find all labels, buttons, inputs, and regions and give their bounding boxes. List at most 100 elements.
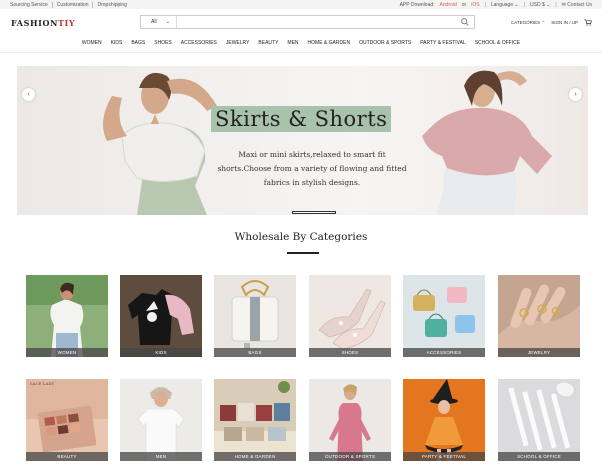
nav-item-home-garden[interactable]: HOME & GARDEN <box>308 38 351 48</box>
currency-label: USD $ <box>530 1 545 8</box>
logo-main: FASHION <box>11 18 58 28</box>
ios-link[interactable]: iOS <box>471 2 479 8</box>
category-tile-school-office[interactable]: SCHOOL & OFFICE <box>498 379 580 461</box>
customization-link[interactable]: Customization <box>53 1 94 8</box>
category-image-outdoor-sports <box>309 379 391 461</box>
nav-item-bags[interactable]: BAGS <box>131 38 145 48</box>
category-label: KIDS <box>120 348 202 357</box>
logo-accent: TIY <box>57 18 76 28</box>
sourcing-service-link[interactable]: Sourcing Service <box>10 1 53 8</box>
category-label: HOME & GARDEN <box>214 452 296 461</box>
language-selector[interactable]: Language ⌄ <box>491 2 519 8</box>
chevron-up-icon: ⌃ <box>541 19 546 25</box>
search-icon[interactable] <box>460 17 470 27</box>
category-label: WOMEN <box>26 348 108 357</box>
category-label: OUTDOOR & SPORTS <box>309 452 391 461</box>
category-image-men <box>120 379 202 461</box>
category-image-jewelry <box>498 275 580 357</box>
category-image-home-garden <box>214 379 296 461</box>
nav-item-party-festival[interactable]: PARTY & FESTIVAL <box>420 38 465 48</box>
category-image-shoes <box>309 275 391 357</box>
category-tile-party-festival[interactable]: PARTY & FESTIVAL <box>403 379 485 461</box>
chevron-left-icon: ‹ <box>27 91 30 98</box>
category-image-kids <box>120 275 202 357</box>
banner-description: Maxi or mini skirts,relaxed to smart fit… <box>217 150 407 187</box>
categories-menu[interactable]: CATEGORIES ⌃ <box>511 20 545 26</box>
banner-indicator[interactable] <box>292 211 336 214</box>
top-left-links: Sourcing Service Customization Dropshipp… <box>10 1 131 8</box>
category-tile-jewelry[interactable]: JEWELRY <box>498 275 580 357</box>
nav-item-jewelry[interactable]: JEWELRY <box>226 38 250 48</box>
mail-icon: ✉ <box>561 1 566 8</box>
category-tile-beauty[interactable]: SACE LADY BEAUTY <box>26 379 108 461</box>
top-utility-bar: Sourcing Service Customization Dropshipp… <box>0 0 602 9</box>
hero-banner[interactable]: Skirts & Shorts Maxi or mini skirts,rela… <box>17 66 588 215</box>
category-tile-bags[interactable]: BAGS <box>214 275 296 357</box>
sign-in-link[interactable]: SIGN IN / UP <box>551 20 578 25</box>
category-tile-men[interactable]: MEN <box>120 379 202 461</box>
category-image-women <box>26 275 108 357</box>
category-tile-kids[interactable]: KIDS <box>120 275 202 357</box>
nav-item-women[interactable]: WOMEN <box>82 38 102 48</box>
section-underline <box>287 252 319 254</box>
category-label: PARTY & FESTIVAL <box>403 452 485 461</box>
divider: | <box>484 1 486 8</box>
category-tile-accessories[interactable]: ACCESSORIES <box>403 275 485 357</box>
android-link[interactable]: Android <box>440 2 457 8</box>
divider: | <box>523 1 526 8</box>
category-tile-outdoor-sports[interactable]: OUTDOOR & SPORTS <box>309 379 391 461</box>
category-tile-women[interactable]: WOMEN <box>26 275 108 357</box>
section-title: Wholesale By Categories <box>234 231 368 243</box>
category-label: BEAUTY <box>26 452 108 461</box>
top-right-links: APP Download: Android or iOS | Language … <box>400 2 592 8</box>
chevron-down-icon: ⌄ <box>546 1 551 8</box>
banner-title: Skirts & Shorts <box>211 106 392 132</box>
nav-item-kids[interactable]: KIDS <box>111 38 123 48</box>
nav-item-outdoor-sports[interactable]: OUTDOOR & SPORTS <box>359 38 411 48</box>
banner-model-left <box>103 72 217 215</box>
chevron-down-icon: ⌄ <box>165 19 170 25</box>
chevron-right-icon: › <box>574 91 577 98</box>
language-label: Language <box>490 1 514 8</box>
category-label: SCHOOL & OFFICE <box>498 452 580 461</box>
app-download-label: APP Download: <box>399 1 435 8</box>
category-label: BAGS <box>214 348 296 357</box>
chevron-down-icon: ⌄ <box>514 1 519 8</box>
currency-selector[interactable]: USD $ ⌄ <box>530 2 550 8</box>
banner-model-right <box>422 70 552 215</box>
main-nav: WOMEN KIDS BAGS SHOES ACCESSORIES JEWELR… <box>0 38 602 48</box>
category-label: SHOES <box>309 348 391 357</box>
contact-label: Contact Us <box>567 1 592 8</box>
category-image-party-festival <box>403 379 485 461</box>
cart-icon[interactable] <box>584 19 592 26</box>
or-label: or <box>461 1 467 8</box>
category-label: JEWELRY <box>498 348 580 357</box>
nav-item-shoes[interactable]: SHOES <box>154 38 172 48</box>
category-label: MEN <box>120 452 202 461</box>
contact-link[interactable]: ✉ Contact Us <box>562 2 592 8</box>
search-bar: All ⌄ <box>140 15 475 29</box>
header-actions: CATEGORIES ⌃ SIGN IN / UP <box>511 19 592 26</box>
search-input[interactable] <box>179 17 459 27</box>
category-image-school-office <box>498 379 580 461</box>
nav-item-accessories[interactable]: ACCESSORIES <box>181 38 217 48</box>
categories-label: CATEGORIES <box>511 19 541 25</box>
nav-divider <box>0 52 602 53</box>
search-category-select[interactable]: All ⌄ <box>141 16 177 28</box>
carousel-next-button[interactable]: › <box>569 88 582 101</box>
divider: | <box>555 1 557 8</box>
category-label: ACCESSORIES <box>403 348 485 357</box>
dropshipping-link[interactable]: Dropshipping <box>93 2 130 8</box>
category-tile-shoes[interactable]: SHOES <box>309 275 391 357</box>
category-image-beauty <box>26 379 108 461</box>
logo[interactable]: FASHIONTIY <box>11 18 75 28</box>
nav-item-men[interactable]: MEN <box>287 38 298 48</box>
search-category-label: All <box>151 19 157 25</box>
header: FASHIONTIY All ⌄ CATEGORIES ⌃ SIGN IN / … <box>0 9 602 35</box>
nav-item-beauty[interactable]: BEAUTY <box>258 38 278 48</box>
nav-item-school-office[interactable]: SCHOOL & OFFICE <box>475 38 520 48</box>
beauty-brand-mark: SACE LADY <box>30 381 55 386</box>
carousel-prev-button[interactable]: ‹ <box>22 88 35 101</box>
category-tile-home-garden[interactable]: HOME & GARDEN <box>214 379 296 461</box>
category-image-accessories <box>403 275 485 357</box>
